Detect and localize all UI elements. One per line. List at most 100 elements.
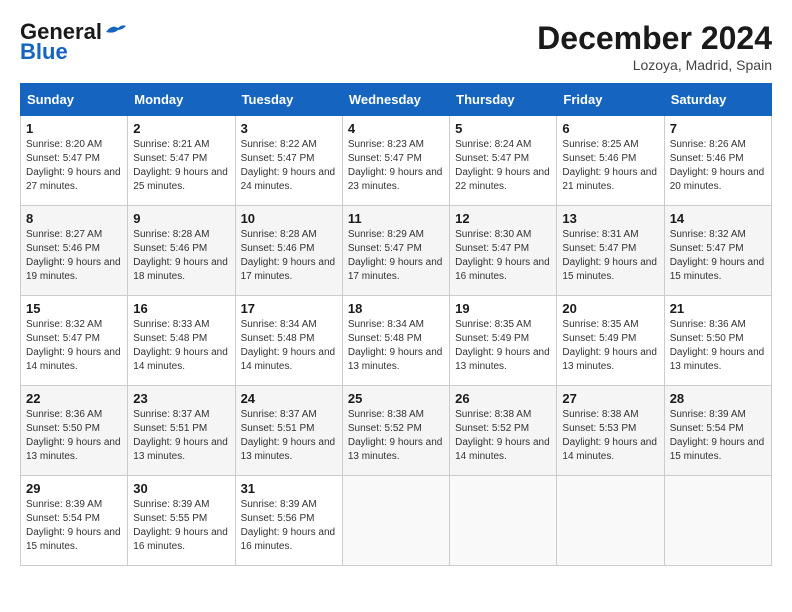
day-number: 7 <box>670 121 766 136</box>
table-row: 5 Sunrise: 8:24 AM Sunset: 5:47 PM Dayli… <box>450 116 557 206</box>
table-row: 2 Sunrise: 8:21 AM Sunset: 5:47 PM Dayli… <box>128 116 235 206</box>
day-info: Sunrise: 8:22 AM Sunset: 5:47 PM Dayligh… <box>241 138 337 194</box>
table-row: 7 Sunrise: 8:26 AM Sunset: 5:46 PM Dayli… <box>664 116 771 206</box>
day-number: 30 <box>133 481 229 496</box>
table-row: 16 Sunrise: 8:33 AM Sunset: 5:48 PM Dayl… <box>128 296 235 386</box>
calendar-week-row: 15 Sunrise: 8:32 AM Sunset: 5:47 PM Dayl… <box>21 296 772 386</box>
logo-bird-icon <box>104 22 128 42</box>
table-row: 12 Sunrise: 8:30 AM Sunset: 5:47 PM Dayl… <box>450 206 557 296</box>
day-info: Sunrise: 8:39 AM Sunset: 5:56 PM Dayligh… <box>241 498 337 554</box>
day-number: 12 <box>455 211 551 226</box>
day-number: 1 <box>26 121 122 136</box>
table-row: 31 Sunrise: 8:39 AM Sunset: 5:56 PM Dayl… <box>235 476 342 566</box>
table-row: 23 Sunrise: 8:37 AM Sunset: 5:51 PM Dayl… <box>128 386 235 476</box>
day-info: Sunrise: 8:27 AM Sunset: 5:46 PM Dayligh… <box>26 228 122 284</box>
day-info: Sunrise: 8:38 AM Sunset: 5:53 PM Dayligh… <box>562 408 658 464</box>
table-row: 13 Sunrise: 8:31 AM Sunset: 5:47 PM Dayl… <box>557 206 664 296</box>
day-number: 31 <box>241 481 337 496</box>
table-row: 27 Sunrise: 8:38 AM Sunset: 5:53 PM Dayl… <box>557 386 664 476</box>
table-row: 24 Sunrise: 8:37 AM Sunset: 5:51 PM Dayl… <box>235 386 342 476</box>
day-number: 16 <box>133 301 229 316</box>
day-number: 5 <box>455 121 551 136</box>
col-monday: Monday <box>128 84 235 116</box>
month-title: December 2024 <box>537 20 772 57</box>
day-info: Sunrise: 8:28 AM Sunset: 5:46 PM Dayligh… <box>133 228 229 284</box>
day-number: 18 <box>348 301 444 316</box>
table-row: 22 Sunrise: 8:36 AM Sunset: 5:50 PM Dayl… <box>21 386 128 476</box>
day-info: Sunrise: 8:35 AM Sunset: 5:49 PM Dayligh… <box>455 318 551 374</box>
day-info: Sunrise: 8:31 AM Sunset: 5:47 PM Dayligh… <box>562 228 658 284</box>
table-row: 15 Sunrise: 8:32 AM Sunset: 5:47 PM Dayl… <box>21 296 128 386</box>
day-number: 11 <box>348 211 444 226</box>
col-tuesday: Tuesday <box>235 84 342 116</box>
day-info: Sunrise: 8:37 AM Sunset: 5:51 PM Dayligh… <box>133 408 229 464</box>
day-number: 10 <box>241 211 337 226</box>
table-row: 8 Sunrise: 8:27 AM Sunset: 5:46 PM Dayli… <box>21 206 128 296</box>
day-number: 13 <box>562 211 658 226</box>
day-info: Sunrise: 8:24 AM Sunset: 5:47 PM Dayligh… <box>455 138 551 194</box>
logo: General Blue <box>20 20 128 64</box>
day-info: Sunrise: 8:39 AM Sunset: 5:54 PM Dayligh… <box>26 498 122 554</box>
day-number: 19 <box>455 301 551 316</box>
day-info: Sunrise: 8:26 AM Sunset: 5:46 PM Dayligh… <box>670 138 766 194</box>
day-number: 2 <box>133 121 229 136</box>
day-info: Sunrise: 8:32 AM Sunset: 5:47 PM Dayligh… <box>670 228 766 284</box>
day-number: 14 <box>670 211 766 226</box>
col-sunday: Sunday <box>21 84 128 116</box>
table-row <box>450 476 557 566</box>
col-thursday: Thursday <box>450 84 557 116</box>
day-info: Sunrise: 8:20 AM Sunset: 5:47 PM Dayligh… <box>26 138 122 194</box>
table-row: 21 Sunrise: 8:36 AM Sunset: 5:50 PM Dayl… <box>664 296 771 386</box>
title-block: December 2024 Lozoya, Madrid, Spain <box>537 20 772 73</box>
day-number: 15 <box>26 301 122 316</box>
day-info: Sunrise: 8:28 AM Sunset: 5:46 PM Dayligh… <box>241 228 337 284</box>
day-number: 17 <box>241 301 337 316</box>
calendar-header-row: Sunday Monday Tuesday Wednesday Thursday… <box>21 84 772 116</box>
day-info: Sunrise: 8:23 AM Sunset: 5:47 PM Dayligh… <box>348 138 444 194</box>
day-number: 26 <box>455 391 551 406</box>
day-info: Sunrise: 8:36 AM Sunset: 5:50 PM Dayligh… <box>26 408 122 464</box>
day-info: Sunrise: 8:29 AM Sunset: 5:47 PM Dayligh… <box>348 228 444 284</box>
calendar-week-row: 29 Sunrise: 8:39 AM Sunset: 5:54 PM Dayl… <box>21 476 772 566</box>
day-info: Sunrise: 8:25 AM Sunset: 5:46 PM Dayligh… <box>562 138 658 194</box>
table-row <box>342 476 449 566</box>
day-number: 27 <box>562 391 658 406</box>
table-row: 3 Sunrise: 8:22 AM Sunset: 5:47 PM Dayli… <box>235 116 342 206</box>
day-number: 21 <box>670 301 766 316</box>
table-row: 18 Sunrise: 8:34 AM Sunset: 5:48 PM Dayl… <box>342 296 449 386</box>
day-number: 8 <box>26 211 122 226</box>
table-row: 9 Sunrise: 8:28 AM Sunset: 5:46 PM Dayli… <box>128 206 235 296</box>
day-info: Sunrise: 8:35 AM Sunset: 5:49 PM Dayligh… <box>562 318 658 374</box>
day-info: Sunrise: 8:21 AM Sunset: 5:47 PM Dayligh… <box>133 138 229 194</box>
table-row <box>557 476 664 566</box>
table-row: 26 Sunrise: 8:38 AM Sunset: 5:52 PM Dayl… <box>450 386 557 476</box>
day-info: Sunrise: 8:32 AM Sunset: 5:47 PM Dayligh… <box>26 318 122 374</box>
calendar-week-row: 8 Sunrise: 8:27 AM Sunset: 5:46 PM Dayli… <box>21 206 772 296</box>
day-info: Sunrise: 8:37 AM Sunset: 5:51 PM Dayligh… <box>241 408 337 464</box>
day-info: Sunrise: 8:36 AM Sunset: 5:50 PM Dayligh… <box>670 318 766 374</box>
day-info: Sunrise: 8:38 AM Sunset: 5:52 PM Dayligh… <box>455 408 551 464</box>
table-row: 28 Sunrise: 8:39 AM Sunset: 5:54 PM Dayl… <box>664 386 771 476</box>
calendar-table: Sunday Monday Tuesday Wednesday Thursday… <box>20 83 772 566</box>
table-row: 17 Sunrise: 8:34 AM Sunset: 5:48 PM Dayl… <box>235 296 342 386</box>
day-number: 29 <box>26 481 122 496</box>
calendar-week-row: 1 Sunrise: 8:20 AM Sunset: 5:47 PM Dayli… <box>21 116 772 206</box>
day-number: 20 <box>562 301 658 316</box>
day-info: Sunrise: 8:33 AM Sunset: 5:48 PM Dayligh… <box>133 318 229 374</box>
table-row: 4 Sunrise: 8:23 AM Sunset: 5:47 PM Dayli… <box>342 116 449 206</box>
col-friday: Friday <box>557 84 664 116</box>
table-row: 20 Sunrise: 8:35 AM Sunset: 5:49 PM Dayl… <box>557 296 664 386</box>
day-info: Sunrise: 8:39 AM Sunset: 5:54 PM Dayligh… <box>670 408 766 464</box>
page-header: General Blue December 2024 Lozoya, Madri… <box>20 20 772 73</box>
table-row: 30 Sunrise: 8:39 AM Sunset: 5:55 PM Dayl… <box>128 476 235 566</box>
col-saturday: Saturday <box>664 84 771 116</box>
calendar-week-row: 22 Sunrise: 8:36 AM Sunset: 5:50 PM Dayl… <box>21 386 772 476</box>
logo-text: General Blue <box>20 20 128 64</box>
day-info: Sunrise: 8:34 AM Sunset: 5:48 PM Dayligh… <box>348 318 444 374</box>
day-number: 4 <box>348 121 444 136</box>
table-row: 10 Sunrise: 8:28 AM Sunset: 5:46 PM Dayl… <box>235 206 342 296</box>
table-row: 6 Sunrise: 8:25 AM Sunset: 5:46 PM Dayli… <box>557 116 664 206</box>
table-row: 11 Sunrise: 8:29 AM Sunset: 5:47 PM Dayl… <box>342 206 449 296</box>
day-number: 24 <box>241 391 337 406</box>
table-row: 1 Sunrise: 8:20 AM Sunset: 5:47 PM Dayli… <box>21 116 128 206</box>
